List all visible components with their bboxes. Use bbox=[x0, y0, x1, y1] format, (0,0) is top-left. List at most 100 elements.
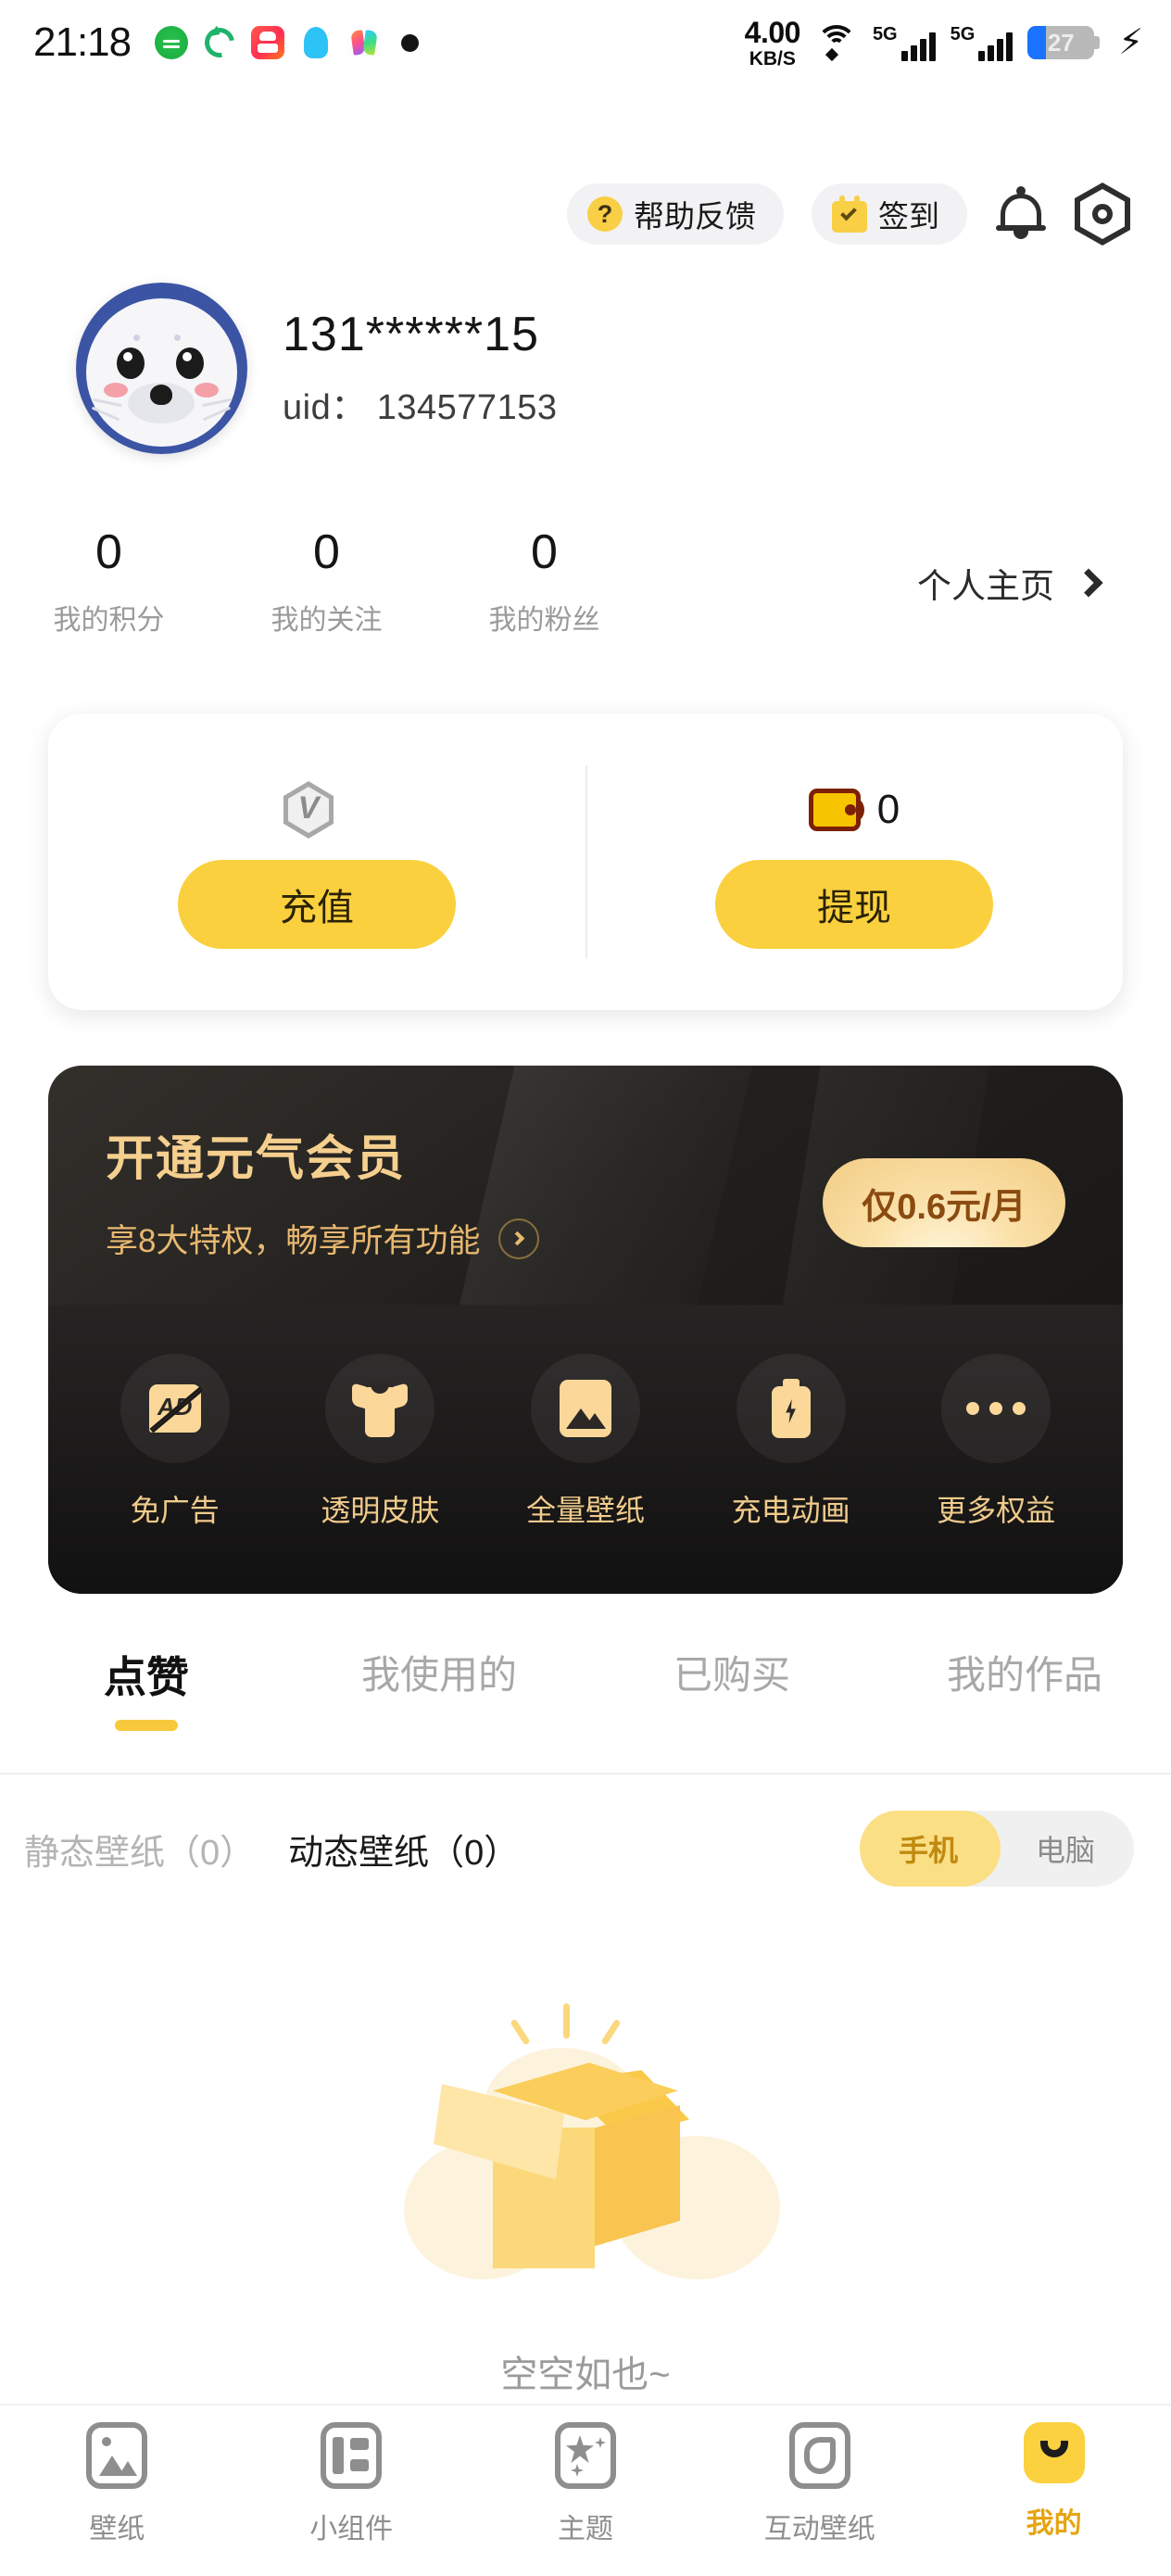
theme-magic-icon bbox=[554, 2422, 616, 2489]
question-mark-icon: ? bbox=[587, 196, 623, 232]
app-screen: 21:18 4.00 KB/S 5G 5G 27 ⚡ ? 帮助反馈 签到 131… bbox=[0, 0, 1171, 2576]
tab-likes-label: 点赞 bbox=[104, 1653, 189, 1701]
qq-icon bbox=[299, 26, 333, 59]
tab-purchased[interactable]: 已购买 bbox=[586, 1644, 878, 1700]
tabs-divider bbox=[0, 1773, 1171, 1774]
recharge-button[interactable]: 充值 bbox=[178, 860, 456, 949]
perk-transparent-skin[interactable]: 透明皮肤 bbox=[292, 1354, 468, 1530]
empty-state: 空空如也~ bbox=[0, 1909, 1171, 2400]
perk-more-benefits[interactable]: 更多权益 bbox=[908, 1354, 1084, 1530]
help-feedback-button[interactable]: ? 帮助反馈 bbox=[567, 183, 784, 245]
vip-banner-top: 开通元气会员 享8大特权，畅享所有功能 仅0.6元/月 bbox=[48, 1066, 1123, 1305]
battery-percent: 27 bbox=[1047, 28, 1075, 57]
filter-dynamic-wallpaper[interactable]: 动态壁纸（0） bbox=[288, 1824, 519, 1875]
wallet-card: V 充值 0 提现 bbox=[48, 713, 1123, 1010]
filter-row: 静态壁纸（0） 动态壁纸（0） 手机 电脑 bbox=[0, 1793, 1171, 1904]
no-ad-icon: AD bbox=[120, 1354, 230, 1463]
checkin-button[interactable]: 签到 bbox=[812, 183, 967, 245]
vip-banner[interactable]: 开通元气会员 享8大特权，畅享所有功能 仅0.6元/月 AD 免广告 透明皮肤 bbox=[48, 1066, 1123, 1594]
widget-icon bbox=[321, 2422, 383, 2489]
status-app-icons bbox=[155, 26, 382, 59]
interactive-wallpaper-icon bbox=[788, 2422, 850, 2489]
battery-bolt-icon bbox=[736, 1354, 846, 1463]
stats-row: 0 我的积分 0 我的关注 0 我的粉丝 个人主页 bbox=[0, 528, 1171, 638]
network-speed: 4.00 KB/S bbox=[744, 15, 801, 69]
nav-item-wallpaper-label: 壁纸 bbox=[89, 2514, 145, 2544]
filter-static-wallpaper[interactable]: 静态壁纸（0） bbox=[24, 1824, 255, 1875]
sim1-signal-icon: 5G bbox=[873, 24, 936, 61]
stat-following[interactable]: 0 我的关注 bbox=[218, 528, 435, 638]
sim2-signal-icon: 5G bbox=[951, 24, 1014, 61]
chevron-right-icon bbox=[1074, 568, 1103, 598]
network-speed-unit: KB/S bbox=[749, 47, 796, 69]
calendar-check-icon bbox=[832, 196, 867, 233]
sim2-label: 5G bbox=[950, 24, 976, 44]
nav-item-theme-label: 主题 bbox=[557, 2514, 613, 2544]
nav-item-widgets[interactable]: 小组件 bbox=[234, 2422, 469, 2546]
stat-fans[interactable]: 0 我的粉丝 bbox=[435, 528, 653, 638]
nickname: 131******15 bbox=[283, 308, 540, 362]
empty-box-icon bbox=[382, 1946, 789, 2335]
uid-label: uid： 134577153 bbox=[283, 387, 558, 427]
profile-smile-icon bbox=[1023, 2422, 1085, 2483]
wifi-icon bbox=[815, 25, 858, 62]
network-speed-value: 4.00 bbox=[744, 15, 801, 49]
stat-points[interactable]: 0 我的积分 bbox=[0, 528, 218, 638]
nav-item-wallpaper[interactable]: 壁纸 bbox=[0, 2422, 234, 2546]
content-tabs: 点赞 我使用的 已购买 我的作品 bbox=[0, 1631, 1171, 1761]
tab-in-use-label: 我使用的 bbox=[360, 1653, 517, 1697]
tab-purchased-label: 已购买 bbox=[673, 1653, 790, 1697]
perk-more-benefits-label: 更多权益 bbox=[937, 1494, 1056, 1527]
vip-balance-row: V bbox=[283, 775, 350, 845]
status-time: 21:18 bbox=[33, 19, 132, 65]
checkin-label: 签到 bbox=[878, 199, 939, 234]
perk-no-ad-label: 免广告 bbox=[130, 1494, 220, 1527]
stat-following-label: 我的关注 bbox=[271, 605, 383, 636]
segment-computer[interactable]: 电脑 bbox=[997, 1827, 1134, 1870]
stat-fans-label: 我的粉丝 bbox=[488, 605, 600, 636]
wechat-icon bbox=[155, 26, 189, 59]
segment-phone[interactable]: 手机 bbox=[860, 1827, 997, 1870]
charging-bolt-icon: ⚡ bbox=[1118, 23, 1143, 62]
personal-homepage-label: 个人主页 bbox=[917, 567, 1054, 605]
bottom-nav: 壁纸 小组件 主题 互动壁纸 我的 bbox=[0, 2404, 1171, 2576]
coin-balance-row: 0 bbox=[808, 775, 900, 845]
coin-balance-value: 0 bbox=[876, 787, 900, 832]
device-segment-control: 手机 电脑 bbox=[860, 1811, 1134, 1887]
avatar[interactable] bbox=[76, 283, 247, 454]
chevron-right-circle-icon[interactable] bbox=[498, 1218, 540, 1259]
nav-item-interactive-wallpaper[interactable]: 互动壁纸 bbox=[702, 2422, 937, 2546]
tab-likes[interactable]: 点赞 bbox=[0, 1644, 293, 1731]
stat-following-value: 0 bbox=[313, 525, 340, 579]
perk-all-wallpapers[interactable]: 全量壁纸 bbox=[497, 1354, 674, 1530]
image-icon bbox=[530, 1354, 640, 1463]
tab-my-works[interactable]: 我的作品 bbox=[878, 1644, 1171, 1700]
settings-hexagon-icon[interactable] bbox=[1075, 183, 1130, 246]
perk-charging-animation[interactable]: 充电动画 bbox=[703, 1354, 879, 1530]
bell-icon[interactable] bbox=[995, 186, 1047, 242]
stat-points-label: 我的积分 bbox=[53, 605, 165, 636]
kuaishou-icon bbox=[251, 26, 285, 59]
perk-no-ad[interactable]: AD 免广告 bbox=[87, 1354, 263, 1530]
tab-my-works-label: 我的作品 bbox=[946, 1653, 1102, 1697]
header-action-row: ? 帮助反馈 签到 bbox=[0, 170, 1171, 259]
wallpaper-icon bbox=[86, 2422, 148, 2489]
empty-state-text: 空空如也~ bbox=[500, 2355, 671, 2395]
vip-price-button[interactable]: 仅0.6元/月 bbox=[823, 1158, 1065, 1247]
status-indicators: 4.00 KB/S 5G 5G 27 ⚡ bbox=[745, 18, 1143, 69]
perk-charging-animation-label: 充电动画 bbox=[731, 1494, 850, 1527]
withdraw-button[interactable]: 提现 bbox=[715, 860, 993, 949]
nav-item-theme[interactable]: 主题 bbox=[469, 2422, 703, 2546]
wallet-vip-column: V 充值 bbox=[48, 713, 586, 1010]
wallet-icon bbox=[808, 789, 864, 831]
tshirt-icon bbox=[325, 1354, 435, 1463]
help-feedback-label: 帮助反馈 bbox=[634, 199, 756, 234]
perk-transparent-skin-label: 透明皮肤 bbox=[321, 1494, 440, 1527]
nav-item-interactive-wallpaper-label: 互动壁纸 bbox=[763, 2514, 875, 2544]
tab-in-use[interactable]: 我使用的 bbox=[293, 1644, 586, 1700]
personal-homepage-link[interactable]: 个人主页 bbox=[917, 558, 1134, 608]
ellipsis-icon bbox=[941, 1354, 1051, 1463]
wallet-coin-column: 0 提现 bbox=[586, 713, 1123, 1010]
perk-all-wallpapers-label: 全量壁纸 bbox=[525, 1494, 645, 1527]
nav-item-mine[interactable]: 我的 bbox=[937, 2422, 1171, 2541]
